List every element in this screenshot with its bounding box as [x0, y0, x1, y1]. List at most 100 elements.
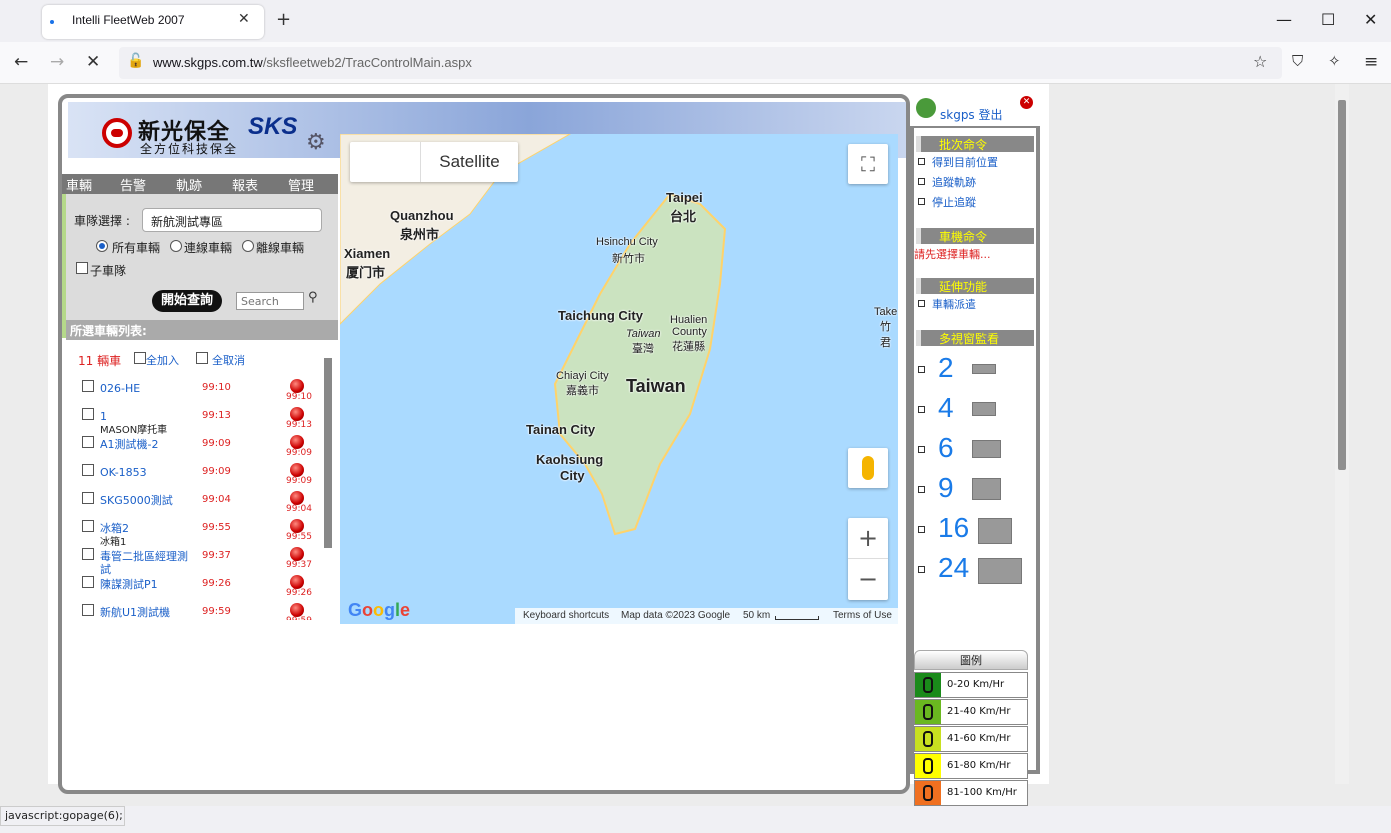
- tab-vehicles[interactable]: 車輛: [66, 175, 93, 196]
- row-checkbox[interactable]: [82, 548, 94, 560]
- grid-layout-icon[interactable]: [972, 478, 1001, 500]
- grid-layout-icon[interactable]: [972, 364, 996, 374]
- user-icon: [916, 98, 936, 118]
- back-icon[interactable]: ←: [14, 52, 28, 72]
- label-hualien: Hualien: [670, 314, 708, 326]
- radio-all[interactable]: [96, 240, 108, 252]
- close-window-icon[interactable]: ✕: [1364, 10, 1377, 29]
- grid-layout-icon[interactable]: [972, 402, 996, 416]
- zoom-in-icon[interactable]: +: [848, 518, 888, 559]
- tab-tracks[interactable]: 軌跡: [176, 175, 202, 194]
- fleet-select[interactable]: 新航測試專區: [142, 208, 322, 232]
- zoom-out-icon[interactable]: −: [848, 559, 888, 600]
- satellite-button[interactable]: Satellite: [420, 142, 518, 182]
- table-row[interactable]: A1測試機-2 99:09 99:09: [66, 434, 316, 460]
- close-tab-icon[interactable]: ✕: [238, 11, 250, 27]
- bullet-icon: [918, 178, 925, 185]
- url-text[interactable]: www.skgps.com.tw/sksfleetweb2/TracContro…: [153, 55, 472, 70]
- stop-track-link[interactable]: 停止追蹤: [932, 194, 976, 210]
- multi-view-2[interactable]: 2: [938, 352, 954, 384]
- track-link[interactable]: 追蹤軌跡: [932, 174, 976, 190]
- google-map[interactable]: Satellite ⛶ + − Taipei 台北 Quanzhou 泉州市 X…: [340, 134, 898, 624]
- scrollbar-thumb[interactable]: [1338, 100, 1346, 470]
- query-button[interactable]: 開始查詢: [152, 290, 222, 312]
- forward-icon[interactable]: →: [50, 52, 64, 72]
- table-row[interactable]: 新航U1測試機 99:59 99:59: [66, 602, 316, 620]
- tab-admin[interactable]: 管理: [288, 175, 314, 194]
- vehicle-name[interactable]: 冰箱2 冰箱1: [100, 522, 195, 549]
- vehicle-name[interactable]: 026-HE: [100, 382, 195, 395]
- user-logout-link[interactable]: skgps 登出: [940, 106, 1003, 123]
- multi-view-6[interactable]: 6: [938, 432, 954, 464]
- vehicle-name[interactable]: SKG5000測試: [100, 494, 195, 507]
- close-icon[interactable]: ✕: [1020, 96, 1033, 109]
- vehicle-time: 99:55: [202, 522, 231, 533]
- radio-online[interactable]: [170, 240, 182, 252]
- shield-icon[interactable]: ⛉: [1292, 52, 1303, 70]
- minimize-icon[interactable]: —: [1276, 10, 1292, 29]
- label-chiayi: Chiayi City: [556, 370, 609, 382]
- vehicle-name[interactable]: OK-1853: [100, 466, 195, 479]
- cancel-all-checkbox[interactable]: [196, 352, 208, 364]
- multi-view-4[interactable]: 4: [938, 392, 954, 424]
- row-checkbox[interactable]: [82, 464, 94, 476]
- multi-view-9[interactable]: 9: [938, 472, 954, 504]
- streetview-pegman-icon[interactable]: [848, 448, 888, 488]
- menu-icon[interactable]: ≡: [1364, 52, 1378, 72]
- radio-offline[interactable]: [242, 240, 254, 252]
- table-row[interactable]: OK-1853 99:09 99:09: [66, 462, 316, 488]
- table-row[interactable]: SKG5000測試 99:04 99:04: [66, 490, 316, 516]
- browser-tab[interactable]: Intelli FleetWeb 2007 ✕: [42, 5, 264, 39]
- dispatch-link[interactable]: 車輛派遣: [932, 296, 976, 312]
- row-checkbox[interactable]: [82, 380, 94, 392]
- search-input[interactable]: [236, 292, 304, 310]
- tab-alarms[interactable]: 告警: [120, 175, 146, 194]
- map-type-control[interactable]: Satellite: [350, 142, 518, 182]
- bookmark-star-icon[interactable]: ☆: [1253, 52, 1267, 71]
- table-row[interactable]: 冰箱2 冰箱1 99:55 99:55: [66, 518, 316, 548]
- vehicle-name[interactable]: 1 MASON摩托車: [100, 410, 195, 437]
- search-icon[interactable]: ⚲: [308, 290, 318, 305]
- gear-icon[interactable]: ⚙: [306, 130, 326, 155]
- grid-layout-icon[interactable]: [978, 518, 1012, 544]
- terms-link[interactable]: Terms of Use: [833, 610, 892, 621]
- table-row[interactable]: 026-HE 99:10 99:10: [66, 378, 316, 404]
- multi-view-24[interactable]: 24: [938, 552, 969, 584]
- row-checkbox[interactable]: [82, 436, 94, 448]
- insecure-lock-icon[interactable]: 🔓: [127, 53, 144, 69]
- row-checkbox[interactable]: [82, 492, 94, 504]
- grid-layout-icon[interactable]: [972, 440, 1001, 458]
- new-tab-icon[interactable]: +: [276, 9, 291, 30]
- vehicle-name[interactable]: A1測試機-2: [100, 438, 195, 451]
- table-row[interactable]: 陳謀測試P1 99:26 99:26: [66, 574, 316, 600]
- vehicle-name[interactable]: 毒管二批區經理測試: [100, 550, 195, 576]
- keyboard-shortcuts-link[interactable]: Keyboard shortcuts: [523, 610, 609, 621]
- label-chiayi-cn: 嘉義市: [566, 385, 599, 397]
- add-all-checkbox[interactable]: [134, 352, 146, 364]
- multi-view-16[interactable]: 16: [938, 512, 969, 544]
- vehicle-name[interactable]: 陳謀測試P1: [100, 578, 195, 591]
- tab-reports[interactable]: 報表: [232, 175, 258, 194]
- page-scrollbar[interactable]: [1335, 84, 1349, 784]
- grid-layout-icon[interactable]: [978, 558, 1022, 584]
- maximize-icon[interactable]: ☐: [1321, 10, 1335, 29]
- row-checkbox[interactable]: [82, 604, 94, 616]
- vehicle-name[interactable]: 新航U1測試機: [100, 606, 195, 619]
- fleet-label: 車隊選擇 :: [74, 214, 130, 228]
- row-checkbox[interactable]: [82, 576, 94, 588]
- get-position-link[interactable]: 得到目前位置: [932, 154, 998, 170]
- table-row[interactable]: 毒管二批區經理測試 99:37 99:37: [66, 546, 316, 576]
- fullscreen-icon[interactable]: ⛶: [848, 144, 888, 184]
- add-all-link[interactable]: 全加入: [146, 352, 179, 368]
- status-light-icon: [290, 519, 304, 533]
- row-checkbox[interactable]: [82, 408, 94, 420]
- cancel-all-link[interactable]: 全取消: [212, 352, 245, 368]
- row-checkbox[interactable]: [82, 520, 94, 532]
- url-bar[interactable]: 🔓 www.skgps.com.tw/sksfleetweb2/TracCont…: [119, 47, 1282, 79]
- sub-fleet-checkbox[interactable]: [76, 262, 88, 274]
- list-scrollbar[interactable]: [324, 358, 332, 548]
- extensions-icon[interactable]: ✧: [1328, 52, 1341, 70]
- stop-icon[interactable]: ✕: [86, 52, 100, 72]
- table-row[interactable]: 1 MASON摩托車 99:13 99:13: [66, 406, 316, 436]
- status-light-time: 99:09: [286, 476, 312, 486]
